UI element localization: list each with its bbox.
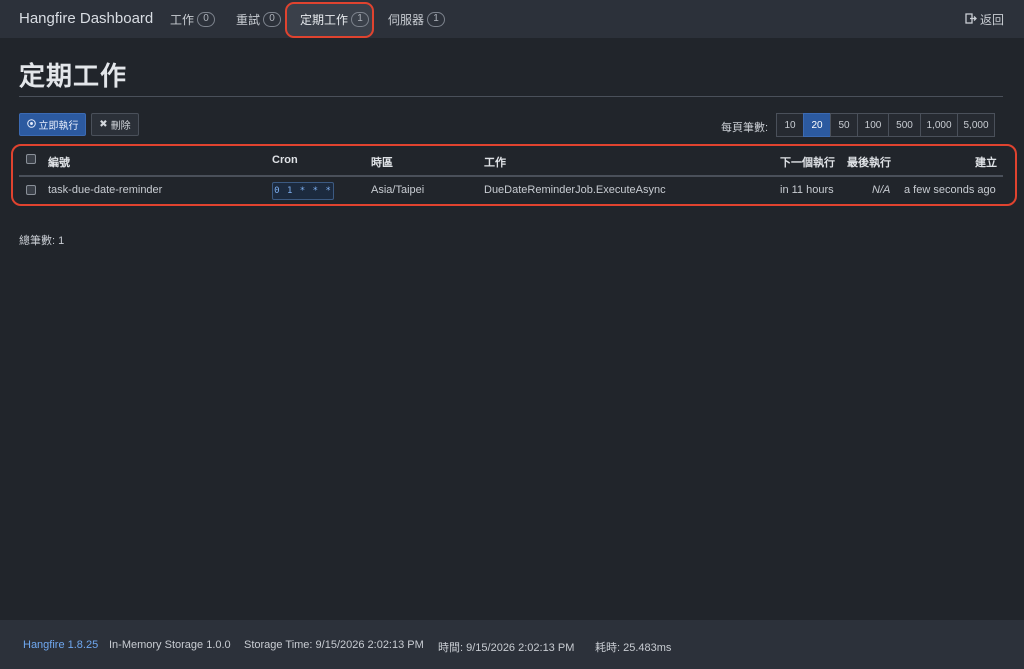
total-count: 總筆數: 1 <box>19 235 65 247</box>
back-label: 返回 <box>979 13 1004 27</box>
generated-time: 時間: 9/15/2026 2:02:13 PM <box>438 642 575 654</box>
top-navbar: Hangfire Dashboard 工作 0 重試 0 定期工作 1 伺服器 … <box>0 0 1024 38</box>
page-size-label: 每頁筆數: <box>721 122 769 134</box>
page-size-option[interactable]: 100 <box>857 113 889 137</box>
play-circle-icon <box>26 118 36 131</box>
page-size-option[interactable]: 50 <box>830 113 858 137</box>
page-title: 定期工作 <box>19 61 128 91</box>
nav-item-label: 伺服器 <box>388 12 425 27</box>
delete-button[interactable]: ✖ 刪除 <box>91 113 139 136</box>
table-header-divider <box>19 175 1003 177</box>
title-divider <box>19 96 1003 97</box>
storage-info: In-Memory Storage 1.0.0 <box>109 639 231 651</box>
trigger-now-button[interactable]: 立即執行 <box>19 113 86 136</box>
page-size-option[interactable]: 5,000 <box>957 113 995 137</box>
hangfire-version-link[interactable]: Hangfire 1.8.25 <box>23 639 98 651</box>
page-size-selector: 10 20 50 100 500 1,000 5,000 <box>776 113 995 137</box>
cron-expression: 0 1 * * * <box>272 182 334 200</box>
nav-count-badge: 0 <box>263 11 282 27</box>
nav-item-recurring-jobs[interactable]: 定期工作 1 <box>300 0 370 38</box>
page-size-option[interactable]: 1,000 <box>920 113 958 137</box>
page-size-option[interactable]: 500 <box>888 113 921 137</box>
nav-item-label: 定期工作 <box>300 12 349 27</box>
column-header-job[interactable]: 工作 <box>484 154 506 170</box>
row-select-checkbox[interactable] <box>26 185 36 195</box>
timezone-cell: Asia/Taipei <box>371 184 425 196</box>
page-size-option-selected[interactable]: 20 <box>803 113 831 137</box>
nav-item-retries[interactable]: 重試 0 <box>236 0 282 38</box>
trigger-now-label: 立即執行 <box>38 121 79 132</box>
next-execution-cell: in 11 hours <box>780 184 834 196</box>
sign-out-icon <box>965 12 977 27</box>
back-link[interactable]: 返回 <box>965 11 1004 28</box>
created-cell: a few seconds ago <box>904 184 996 196</box>
job-method-cell: DueDateReminderJob.ExecuteAsync <box>484 184 666 196</box>
page-size-option[interactable]: 10 <box>776 113 804 137</box>
last-execution-cell: N/A <box>872 184 891 196</box>
close-icon: ✖ <box>99 119 108 130</box>
column-header-next-execution[interactable]: 下一個執行 <box>780 154 835 170</box>
column-header-cron[interactable]: Cron <box>272 154 298 166</box>
column-header-created[interactable]: 建立 <box>975 154 997 170</box>
column-header-last-execution[interactable]: 最後執行 <box>847 154 891 170</box>
nav-item-jobs[interactable]: 工作 0 <box>170 0 216 38</box>
nav-count-badge: 1 <box>351 11 370 27</box>
nav-count-badge: 1 <box>427 11 446 27</box>
storage-time: Storage Time: 9/15/2026 2:02:13 PM <box>244 639 424 651</box>
nav-item-label: 工作 <box>170 12 195 27</box>
nav-item-servers[interactable]: 伺服器 1 <box>388 0 446 38</box>
delete-label: 刪除 <box>110 121 131 132</box>
nav-count-badge: 0 <box>197 11 216 27</box>
elapsed-time: 耗時: 25.483ms <box>595 642 672 654</box>
brand-link[interactable]: Hangfire Dashboard <box>19 10 153 27</box>
column-header-timezone[interactable]: 時區 <box>371 154 393 170</box>
nav-item-label: 重試 <box>236 12 261 27</box>
column-header-id[interactable]: 編號 <box>48 154 70 170</box>
select-all-checkbox[interactable] <box>26 154 36 164</box>
job-id-link[interactable]: task-due-date-reminder <box>48 184 162 196</box>
